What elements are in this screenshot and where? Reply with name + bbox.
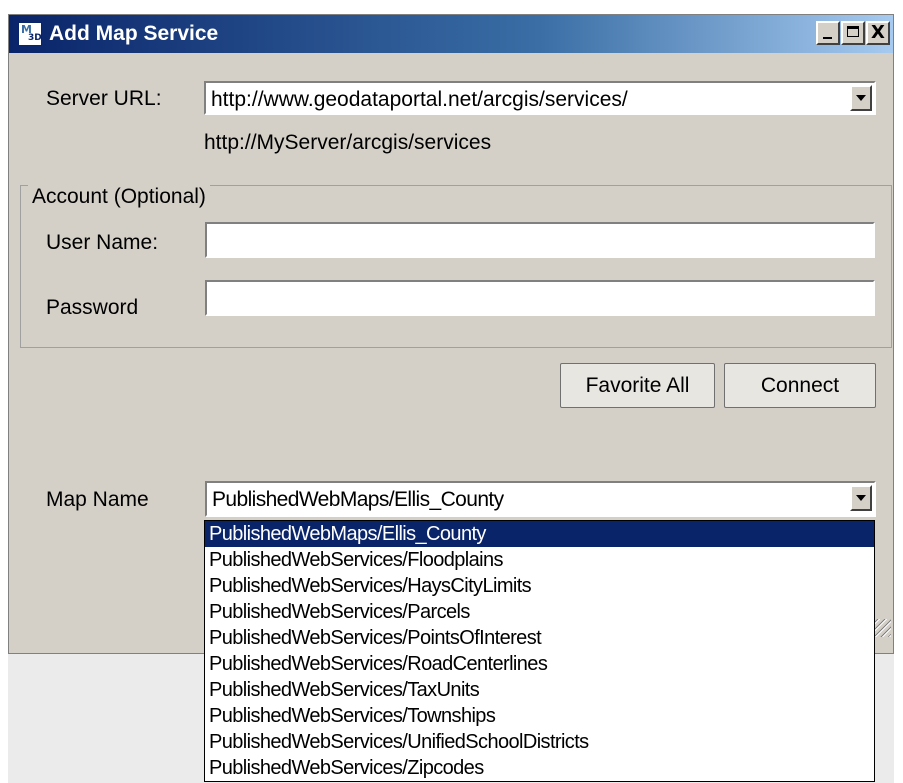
list-item[interactable]: PublishedWebServices/RoadCenterlines	[205, 651, 874, 677]
map-name-combobox[interactable]: PublishedWebMaps/Ellis_County	[205, 481, 876, 517]
window-title: Add Map Service	[49, 22, 219, 45]
server-url-combobox[interactable]: http://www.geodataportal.net/arcgis/serv…	[204, 81, 876, 115]
close-icon: X	[871, 22, 885, 43]
user-name-input[interactable]	[205, 222, 875, 258]
maximize-button[interactable]	[841, 21, 865, 45]
map-3d-icon: M 3D	[18, 22, 42, 46]
map-name-dropdown-button[interactable]	[850, 485, 872, 511]
server-url-dropdown-button[interactable]	[850, 85, 872, 111]
map-name-dropdown-list: PublishedWebMaps/Ellis_County PublishedW…	[204, 520, 875, 782]
minimize-button[interactable]	[816, 21, 840, 45]
list-item[interactable]: PublishedWebServices/PointsOfInterest	[205, 625, 874, 651]
server-url-value: http://www.geodataportal.net/arcgis/serv…	[211, 88, 628, 111]
list-item[interactable]: PublishedWebServices/Townships	[205, 703, 874, 729]
resize-grip[interactable]	[873, 619, 891, 637]
account-group-title: Account (Optional)	[28, 185, 210, 209]
favorite-all-button[interactable]: Favorite All	[560, 363, 715, 408]
list-item[interactable]: PublishedWebMaps/Ellis_County	[205, 521, 874, 547]
password-label: Password	[46, 296, 139, 319]
list-item[interactable]: PublishedWebServices/HaysCityLimits	[205, 573, 874, 599]
password-input[interactable]	[205, 280, 875, 316]
connect-button[interactable]: Connect	[724, 363, 876, 408]
account-groupbox	[20, 185, 892, 348]
list-item[interactable]: PublishedWebServices/TaxUnits	[205, 677, 874, 703]
list-item[interactable]: PublishedWebServices/Parcels	[205, 599, 874, 625]
list-item[interactable]: PublishedWebServices/Zipcodes	[205, 755, 874, 781]
list-item[interactable]: PublishedWebServices/UnifiedSchoolDistri…	[205, 729, 874, 755]
close-button[interactable]: X	[866, 21, 890, 45]
server-url-hint: http://MyServer/arcgis/services	[204, 131, 492, 154]
user-name-label: User Name:	[46, 231, 159, 254]
title-bar[interactable]: M 3D Add Map Service X	[9, 15, 893, 53]
map-name-label: Map Name	[46, 488, 149, 511]
list-item[interactable]: PublishedWebServices/Floodplains	[205, 547, 874, 573]
map-name-value: PublishedWebMaps/Ellis_County	[212, 488, 504, 511]
server-url-label: Server URL:	[46, 87, 162, 110]
